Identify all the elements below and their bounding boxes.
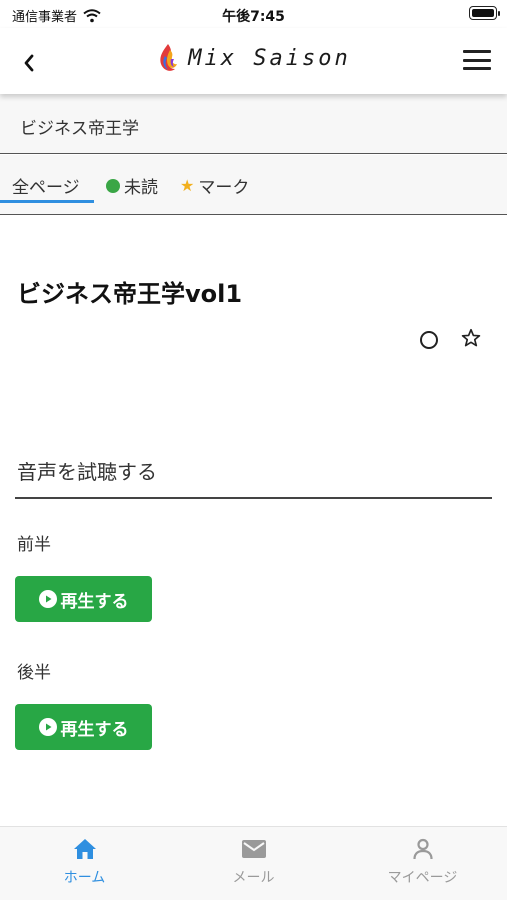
app-logo: Mix Saison xyxy=(0,42,507,74)
play-icon xyxy=(38,590,57,608)
menu-icon-bar xyxy=(463,67,491,70)
breadcrumb: ビジネス帝王学 xyxy=(0,94,507,154)
breadcrumb-title: ビジネス帝王学 xyxy=(20,119,139,139)
logo-text: Mix Saison xyxy=(188,45,351,71)
tab-label: 全ページ xyxy=(12,178,80,198)
active-tab-indicator xyxy=(0,200,94,203)
part-label-second: 後半 xyxy=(17,663,51,683)
star-outline-icon[interactable] xyxy=(460,327,482,349)
clock: 午後7:45 xyxy=(222,9,285,25)
status-bar: 通信事業者 午後7:45 xyxy=(0,0,507,28)
play-button-label: 再生する xyxy=(60,591,129,612)
page-title: ビジネス帝王学vol1 xyxy=(17,280,243,308)
menu-icon-bar xyxy=(463,50,491,53)
filter-tabs: 全ページ 未読 ★ マーク xyxy=(0,155,507,215)
app-header: Mix Saison xyxy=(0,28,507,94)
tab-unread[interactable]: 未読 xyxy=(106,173,158,198)
play-button-label: 再生する xyxy=(60,719,129,740)
tab-all-pages[interactable]: 全ページ xyxy=(12,173,80,198)
bottom-nav: ホーム メール マイページ xyxy=(0,826,507,900)
read-status-circle-icon[interactable] xyxy=(420,331,438,349)
tab-mark[interactable]: ★ マーク xyxy=(180,173,249,198)
nav-label: マイページ xyxy=(387,870,458,886)
mail-icon xyxy=(241,840,266,858)
nav-mail[interactable]: メール xyxy=(169,837,338,887)
menu-icon-bar xyxy=(463,58,491,62)
nav-label: メール xyxy=(232,870,275,886)
person-icon xyxy=(412,838,433,860)
section-title: 音声を試聴する xyxy=(17,460,157,484)
green-dot-icon xyxy=(106,178,120,193)
tab-label: 未読 xyxy=(124,178,158,198)
play-button-second[interactable]: 再生する xyxy=(15,704,152,750)
menu-button[interactable] xyxy=(463,48,491,72)
battery-icon xyxy=(469,6,500,20)
play-button-first[interactable]: 再生する xyxy=(15,576,152,622)
nav-home[interactable]: ホーム xyxy=(0,837,169,887)
part-label-first: 前半 xyxy=(17,535,51,555)
home-icon xyxy=(73,839,96,859)
star-icon: ★ xyxy=(180,176,195,195)
nav-mypage[interactable]: マイページ xyxy=(338,837,507,887)
logo-flame-icon xyxy=(160,44,178,71)
section-divider xyxy=(15,497,492,499)
play-icon xyxy=(38,718,57,736)
nav-label: ホーム xyxy=(63,870,106,886)
tab-label: マーク xyxy=(198,178,250,198)
